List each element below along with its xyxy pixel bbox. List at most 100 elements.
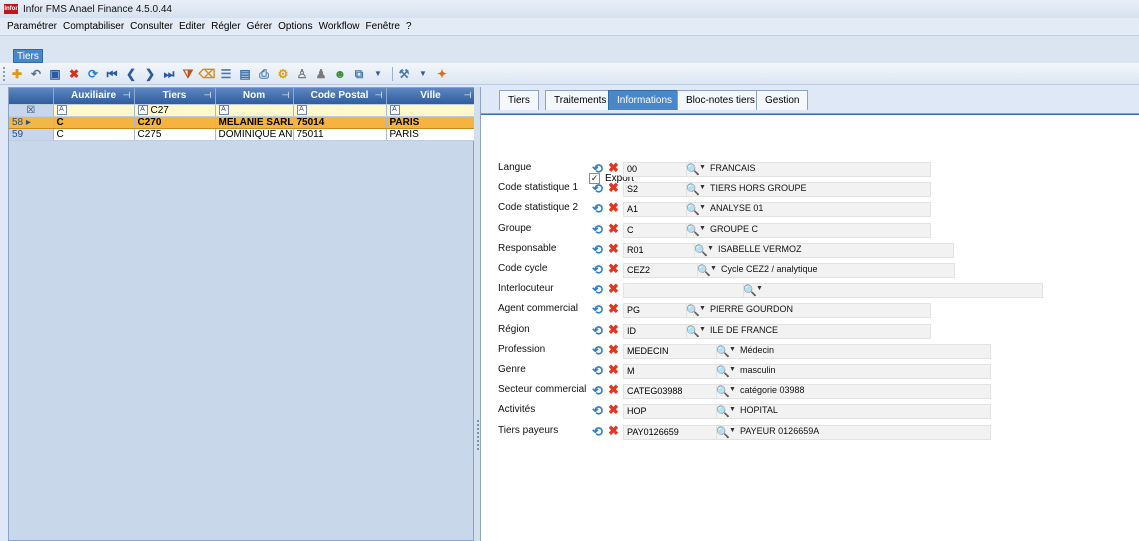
delete-icon[interactable]: ✖	[66, 66, 82, 82]
dropdown-arrow-icon[interactable]: ▼	[729, 427, 736, 434]
menu-comptabiliser[interactable]: Comptabiliser	[60, 21, 127, 32]
clear-icon[interactable]: ✖	[608, 363, 619, 376]
tab-tiers[interactable]: Tiers	[499, 90, 539, 110]
clear-icon[interactable]: ✖	[608, 222, 619, 235]
clear-icon[interactable]: ✖	[608, 343, 619, 356]
tab-traitements[interactable]: Traitements	[545, 90, 616, 110]
search-icon[interactable]: 🔍	[716, 385, 730, 398]
cell-ville[interactable]: PARIS	[386, 116, 476, 129]
pin-icon[interactable]: ⊣	[464, 90, 472, 101]
toolbar-grip[interactable]	[3, 66, 6, 81]
code-input-profession[interactable]: MEDECIN	[623, 343, 724, 359]
user-icon[interactable]: ♙	[294, 66, 310, 82]
clear-icon[interactable]: ✖	[608, 262, 619, 275]
refresh-icon[interactable]: ⟳	[85, 66, 101, 82]
dropdown-arrow-icon[interactable]: ▼	[699, 225, 706, 232]
search-icon[interactable]: 🔍	[716, 365, 730, 378]
clear-icon[interactable]: ✖	[608, 201, 619, 214]
refresh-icon[interactable]: ⟲	[592, 384, 603, 397]
filter-operator-icon[interactable]: A	[296, 104, 307, 115]
code-input-interlocuteur[interactable]	[623, 283, 751, 299]
refresh-icon[interactable]: ⟲	[592, 404, 603, 417]
refresh-icon[interactable]: ⟲	[592, 162, 603, 175]
splitter-grip[interactable]	[477, 420, 479, 450]
menu-workflow[interactable]: Workflow	[316, 21, 363, 32]
print-icon[interactable]: ⎙	[256, 66, 272, 82]
column-header-code-postal[interactable]: Code Postal ⊣	[293, 88, 387, 105]
refresh-icon[interactable]: ⟲	[592, 243, 603, 256]
settings-icon[interactable]: ✦	[434, 66, 450, 82]
document-tab-tiers[interactable]: Tiers	[13, 49, 43, 63]
row-number[interactable]: 58 ▸	[9, 116, 54, 129]
new-record-icon[interactable]: ✚	[9, 66, 25, 82]
code-input-langue[interactable]: 00	[623, 162, 694, 177]
menu-options[interactable]: Options	[275, 21, 315, 32]
table-row[interactable]: 59 C C275 DOMINIQUE AN 75011 PARIS	[9, 128, 476, 141]
next-record-icon[interactable]: ❯	[142, 66, 158, 82]
tab-informations[interactable]: Informations	[608, 90, 682, 110]
column-header-tiers[interactable]: Tiers ⊣	[134, 88, 216, 105]
search-icon[interactable]: 🔍	[686, 183, 700, 196]
menu-regler[interactable]: Régler	[208, 21, 243, 32]
code-input-agent-commercial[interactable]: PG	[623, 303, 694, 319]
code-input-code-statistique-1[interactable]: S2	[623, 182, 694, 198]
menu-parametrer[interactable]: Paramétrer	[4, 21, 60, 32]
dropdown-arrow-icon[interactable]: ▼	[707, 245, 714, 252]
more-dropdown-icon[interactable]: ▼	[415, 66, 431, 82]
refresh-icon[interactable]: ⟲	[592, 364, 603, 377]
filter-cell-nom[interactable]: A	[215, 104, 294, 117]
save-icon[interactable]: ▣	[47, 66, 63, 82]
clear-icon[interactable]: ✖	[608, 161, 619, 174]
undo-icon[interactable]: ↶	[28, 66, 44, 82]
refresh-icon[interactable]: ⟲	[592, 344, 603, 357]
refresh-icon[interactable]: ⟲	[592, 263, 603, 276]
filter-cell-ville[interactable]: A	[386, 104, 476, 117]
code-input-tiers-payeurs[interactable]: PAY0126659	[623, 424, 724, 440]
clear-icon[interactable]: ✖	[608, 282, 619, 295]
refresh-icon[interactable]: ⟲	[592, 303, 603, 316]
pin-icon[interactable]: ⊣	[204, 90, 212, 101]
table-row[interactable]: 58 ▸ C C270 MELANIE SARL 75014 PARIS	[9, 116, 476, 129]
clear-icon[interactable]: ✖	[608, 424, 619, 437]
search-icon[interactable]: 🔍	[686, 163, 700, 176]
filter-operator-icon[interactable]: A	[56, 104, 67, 115]
dropdown-arrow-icon[interactable]: ▼	[710, 265, 717, 272]
dropdown-arrow-icon[interactable]: ▼	[699, 305, 706, 312]
clear-icon[interactable]: ✖	[608, 323, 619, 336]
last-record-icon[interactable]: ⏭	[161, 66, 177, 82]
code-input-code-cycle[interactable]: CEZ2	[623, 263, 705, 278]
code-input-code-statistique-2[interactable]: A1	[623, 202, 694, 218]
dropdown-arrow-icon[interactable]: ▼	[699, 326, 706, 333]
tools-icon[interactable]: ⚒	[396, 66, 412, 82]
refresh-icon[interactable]: ⟲	[592, 202, 603, 215]
cell-code-postal[interactable]: 75014	[293, 116, 387, 129]
search-icon[interactable]: 🔍	[743, 284, 757, 297]
search-icon[interactable]: 🔍	[686, 224, 700, 237]
cell-tiers[interactable]: C275	[134, 128, 216, 141]
clear-icon[interactable]: ✖	[608, 403, 619, 416]
dropdown-arrow-icon[interactable]: ▼	[729, 366, 736, 373]
filter-toggle[interactable]: ☒	[9, 104, 54, 117]
first-record-icon[interactable]: ⏮	[104, 66, 120, 82]
menu-gerer[interactable]: Gérer	[244, 21, 276, 32]
filter-operator-icon[interactable]: A	[218, 104, 229, 115]
users-icon[interactable]: ♟	[313, 66, 329, 82]
clear-icon[interactable]: ✖	[608, 383, 619, 396]
tab-gestion[interactable]: Gestion	[756, 90, 809, 110]
search-icon[interactable]: 🔍	[686, 203, 700, 216]
column-header-nom[interactable]: Nom ⊣	[215, 88, 294, 105]
cell-auxiliaire[interactable]: C	[53, 116, 135, 129]
search-icon[interactable]: 🔍	[697, 264, 711, 277]
cell-nom[interactable]: DOMINIQUE AN	[215, 128, 294, 141]
attachment-icon[interactable]: ⧉	[351, 66, 367, 82]
clear-icon[interactable]: ✖	[608, 302, 619, 315]
dropdown-arrow-icon[interactable]: ▼	[699, 204, 706, 211]
code-input-groupe[interactable]: C	[623, 222, 694, 238]
tab-bloc-notes-tiers[interactable]: Bloc-notes tiers	[677, 90, 764, 110]
filter-operator-icon[interactable]: A	[137, 104, 148, 115]
code-input-region[interactable]: ID	[623, 323, 694, 339]
cell-ville[interactable]: PARIS	[386, 128, 476, 141]
pin-icon[interactable]: ⊣	[123, 90, 131, 101]
code-input-genre[interactable]: M	[623, 364, 724, 379]
search-icon[interactable]: 🔍	[686, 325, 700, 338]
